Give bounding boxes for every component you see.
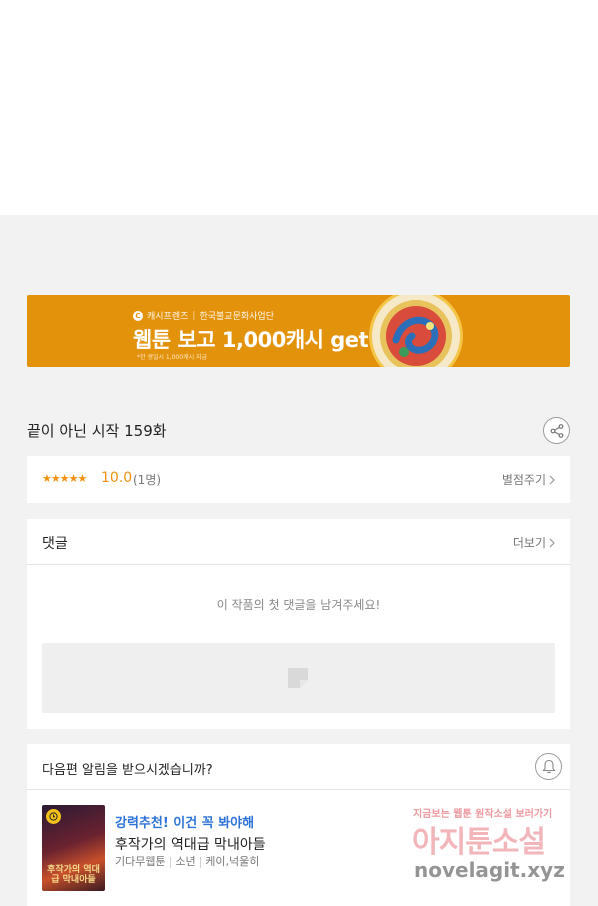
share-icon	[550, 423, 563, 438]
recommendation-category: 기다무웹툰	[115, 855, 166, 868]
recommended-webtoon-thumbnail[interactable]: 후작가의 역대급 막내아들	[42, 805, 105, 891]
thumbnail-title-art: 후작가의 역대급 막내아들	[47, 865, 100, 885]
banner-brand: 캐시프렌즈	[147, 312, 189, 322]
comment-section: 댓글 더보기 이 작품의 첫 댓글을 남겨주세요!	[27, 519, 570, 729]
top-blank-area	[0, 0, 598, 215]
dragon-medallion-icon	[369, 295, 463, 367]
next-episode-question: 다음편 알림을 받으시겠습니까?	[42, 763, 213, 778]
recommendation-tag: 강력추천! 이건 꼭 봐야해	[115, 816, 255, 831]
episode-title: 끝이 아닌 시작 159화	[27, 422, 167, 440]
comment-heading: 댓글	[42, 536, 68, 552]
meta-separator: |	[198, 854, 203, 868]
rating-stars: ★★★★★	[42, 472, 87, 485]
clock-icon	[46, 809, 61, 824]
recommendation-genre: 소년	[175, 855, 196, 868]
comment-header: 댓글 더보기	[27, 519, 570, 565]
rate-button[interactable]: 별점주기	[502, 471, 555, 488]
banner-partner: 한국불교문화사업단	[199, 312, 274, 322]
chevron-right-icon	[549, 475, 555, 484]
promo-banner[interactable]: C 캐시프렌즈 | 한국불교문화사업단 웹툰 보고 1,000캐시 get! *…	[27, 295, 570, 367]
recommended-webtoon[interactable]: 후작가의 역대급 막내아들 강력추천! 이건 꼭 봐야해 후작가의 역대급 막내…	[42, 805, 555, 893]
comment-input-box[interactable]	[42, 643, 555, 713]
rate-button-label: 별점주기	[501, 473, 546, 487]
banner-note: *한 생일시 1,000캐시 지급	[137, 354, 208, 361]
rating-count: (1명)	[133, 473, 162, 487]
notification-bell-button[interactable]	[535, 753, 562, 780]
rating-score: 10.0	[101, 470, 133, 486]
recommendation-author: 케이,넉울히	[205, 855, 260, 868]
cash-friends-logo-icon: C	[133, 310, 143, 321]
next-episode-section: 다음편 알림을 받으시겠습니까? 후작가의 역대급 막내아들 강력추천! 이건 …	[27, 744, 570, 906]
chevron-right-icon	[549, 538, 555, 547]
bell-icon	[541, 759, 556, 774]
banner-brand-row: C 캐시프렌즈 | 한국불교문화사업단	[133, 309, 274, 322]
recommendation-meta: 기다무웹툰 | 소년 | 케이,넉울히	[115, 853, 259, 869]
image-placeholder-icon	[288, 668, 308, 688]
banner-separator: |	[192, 310, 196, 321]
comment-empty-message: 이 작품의 첫 댓글을 남겨주세요!	[216, 598, 381, 612]
recommendation-title[interactable]: 후작가의 역대급 막내아들	[115, 834, 266, 854]
rating-card: ★★★★★ 10.0 (1명) 별점주기	[27, 456, 570, 503]
banner-headline: 웹툰 보고 1,000캐시 get!	[133, 328, 378, 352]
comment-more-button[interactable]: 더보기	[513, 534, 555, 551]
next-episode-header: 다음편 알림을 받으시겠습니까?	[27, 744, 570, 790]
comment-more-label: 더보기	[512, 536, 546, 550]
meta-separator: |	[168, 854, 173, 868]
share-button[interactable]	[543, 417, 570, 444]
